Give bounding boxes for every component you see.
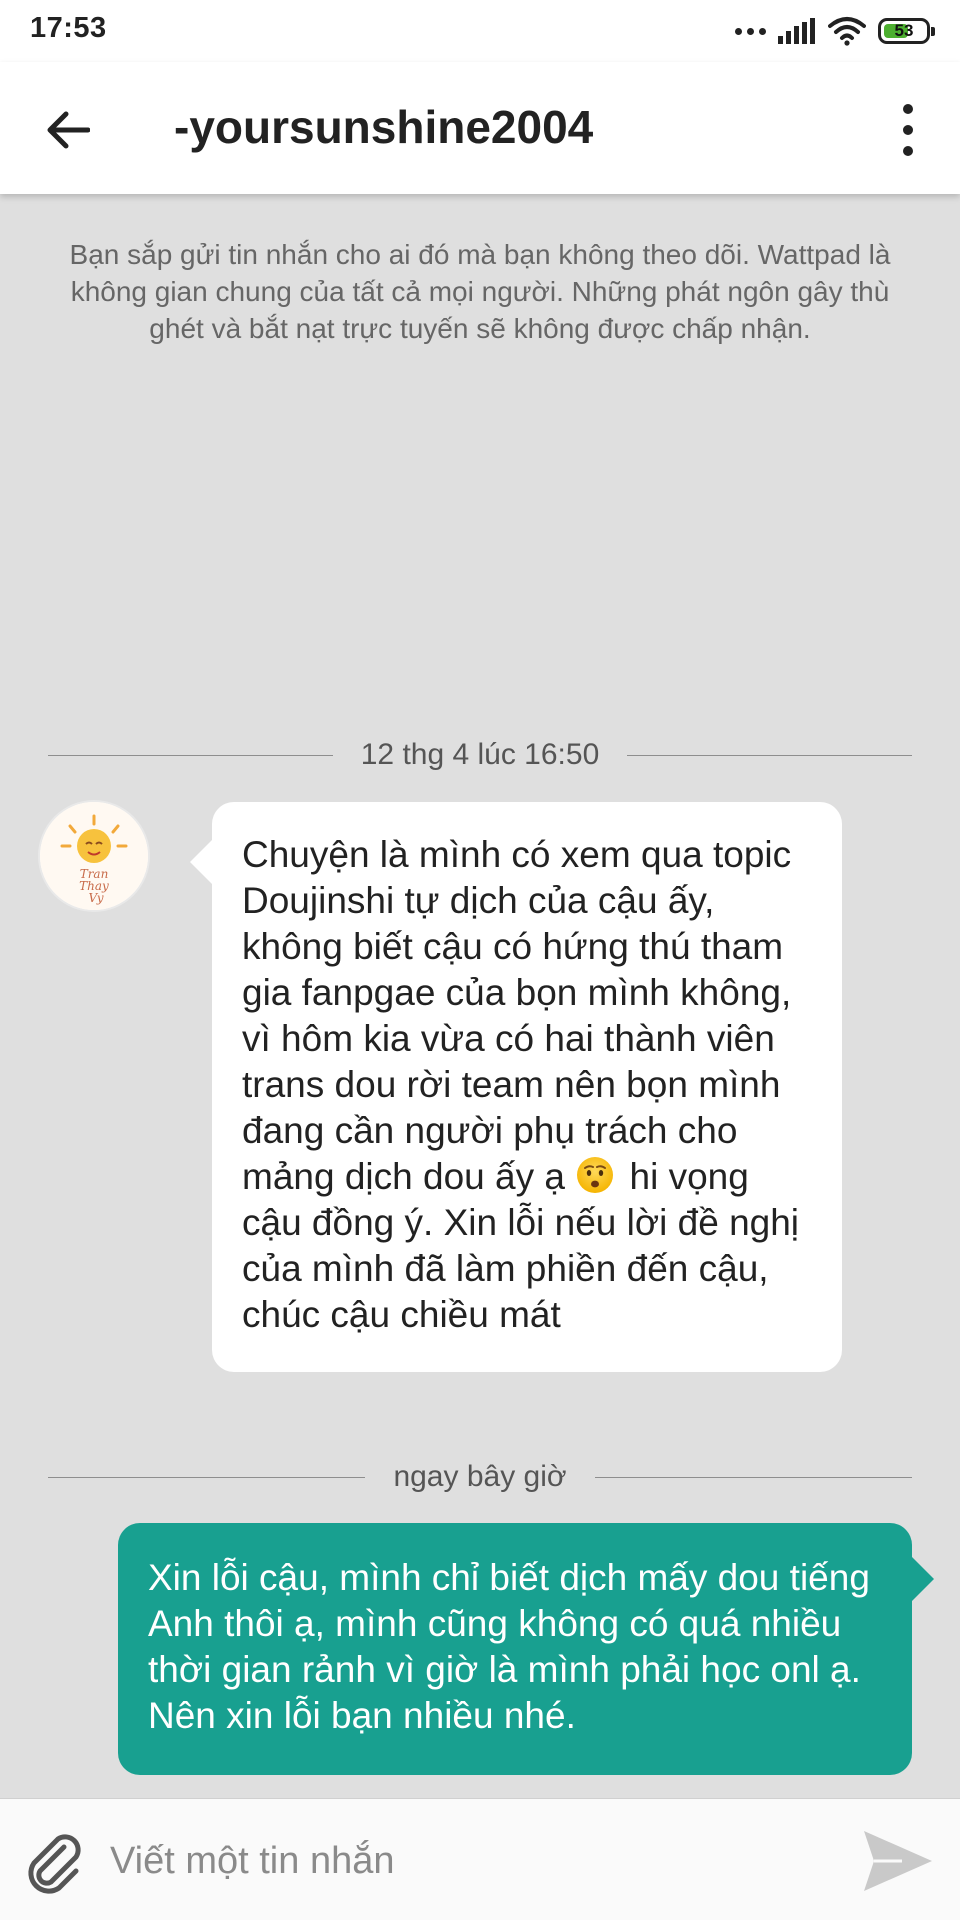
worried-face-icon xyxy=(577,1157,614,1193)
paperclip-icon xyxy=(28,1834,81,1894)
timestamp-label: ngay bây giờ xyxy=(393,1460,567,1493)
message-input[interactable] xyxy=(108,1825,832,1897)
timestamp-label: 12 thg 4 lúc 16:50 xyxy=(360,738,600,771)
status-bar: 17:53 53 xyxy=(0,0,960,62)
more-options-button[interactable] xyxy=(896,100,920,160)
received-message-text: Chuyện là mình có xem qua topic Doujinsh… xyxy=(242,834,792,1197)
app-bar: -yoursunshine2004 xyxy=(0,62,960,194)
timestamp-divider: ngay bây giờ xyxy=(48,1452,912,1502)
back-button[interactable] xyxy=(40,102,96,158)
messaging-notice: Bạn sắp gửi tin nhắn cho ai đó mà bạn kh… xyxy=(69,239,891,344)
wifi-icon xyxy=(828,17,866,46)
avatar[interactable]: Tran Thay Vy xyxy=(40,802,148,910)
timestamp-divider: 12 thg 4 lúc 16:50 xyxy=(48,730,912,780)
sent-message-text: Xin lỗi cậu, mình chỉ biết dịch mấy dou … xyxy=(148,1557,870,1736)
notification-dots-icon xyxy=(735,27,766,35)
send-icon xyxy=(864,1831,932,1891)
svg-text:Vy: Vy xyxy=(89,891,104,905)
sun-avatar-image: Tran Thay Vy xyxy=(40,802,148,910)
received-message-bubble[interactable]: Chuyện là mình có xem qua topic Doujinsh… xyxy=(190,802,842,1372)
battery-level: 53 xyxy=(894,21,914,40)
status-icons: 53 xyxy=(735,14,935,48)
send-button[interactable] xyxy=(858,1823,938,1899)
more-vert-icon xyxy=(903,104,913,114)
message-composer xyxy=(0,1798,960,1920)
sent-message-bubble[interactable]: Xin lỗi cậu, mình chỉ biết dịch mấy dou … xyxy=(118,1523,934,1775)
attach-button[interactable] xyxy=(20,1827,92,1899)
status-time: 17:53 xyxy=(30,12,107,44)
arrow-left-icon xyxy=(47,111,90,149)
battery-icon: 53 xyxy=(878,18,935,44)
conversation-title: -yoursunshine2004 xyxy=(174,101,594,153)
signal-icon xyxy=(778,18,815,44)
